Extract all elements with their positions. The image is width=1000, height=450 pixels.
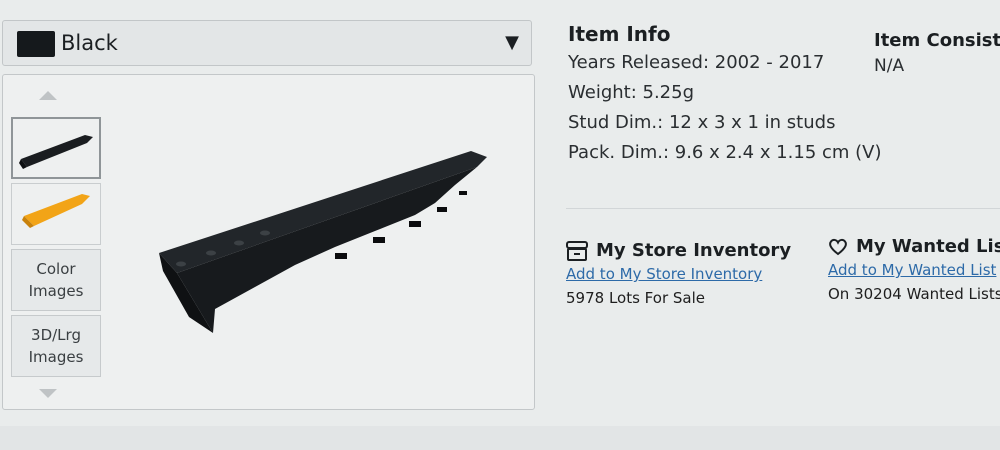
item-consists-value: N/A [874, 56, 905, 76]
large-images-label-1: 3D/Lrg [31, 326, 81, 344]
thumbnail-orange-part[interactable] [11, 183, 101, 245]
wanted-list-title: My Wanted List [856, 236, 1000, 257]
years-released: Years Released: 2002 - 2017 [568, 52, 825, 73]
color-swatch [17, 31, 55, 57]
store-inventory-heading: My Store Inventory [566, 240, 791, 261]
large-images-button[interactable]: 3D/Lrg Images [11, 315, 101, 377]
lots-for-sale: 5978 Lots For Sale [566, 289, 705, 307]
wanted-list-section: My Wanted List Add to My Wanted List On … [828, 236, 1000, 303]
add-to-store-inventory-link[interactable]: Add to My Store Inventory [566, 265, 791, 283]
item-info-title: Item Info [568, 22, 671, 46]
store-icon [566, 240, 588, 261]
large-images-label-2: Images [28, 348, 84, 366]
item-consists-title: Item Consists [874, 30, 1000, 51]
heart-icon [829, 238, 847, 255]
color-images-button[interactable]: Color Images [11, 249, 101, 311]
store-inventory-title: My Store Inventory [596, 240, 792, 261]
bottom-strip [0, 426, 1000, 450]
chevron-down-icon: ▼ [505, 32, 519, 53]
color-images-label-1: Color [36, 260, 76, 278]
package-dimensions: Pack. Dim.: 9.6 x 2.4 x 1.15 cm (V) [568, 142, 882, 163]
section-divider [566, 208, 1000, 209]
weight: Weight: 5.25g [568, 82, 694, 103]
thumbnail-black-part[interactable] [11, 117, 101, 179]
add-to-wanted-list-link[interactable]: Add to My Wanted List [828, 261, 1000, 279]
part-main-image [115, 81, 527, 403]
item-consists: Item Consists N/A [874, 30, 1000, 81]
color-select[interactable]: Black ▼ [2, 20, 532, 66]
thumbnail-column: Color Images 3D/Lrg Images [9, 77, 111, 407]
color-name: Black [61, 31, 118, 55]
color-images-label-2: Images [28, 282, 84, 300]
stud-dimensions: Stud Dim.: 12 x 3 x 1 in studs [568, 112, 836, 133]
wanted-lists-count: On 30204 Wanted Lists [828, 285, 1000, 303]
scroll-up-icon[interactable] [39, 91, 57, 100]
wanted-list-heading: My Wanted List [828, 236, 1000, 257]
store-inventory-section: My Store Inventory Add to My Store Inven… [566, 240, 791, 307]
item-info: Item Info Years Released: 2002 - 2017 We… [568, 22, 882, 168]
image-gallery: Color Images 3D/Lrg Images [2, 74, 535, 410]
scroll-down-icon[interactable] [39, 389, 57, 398]
